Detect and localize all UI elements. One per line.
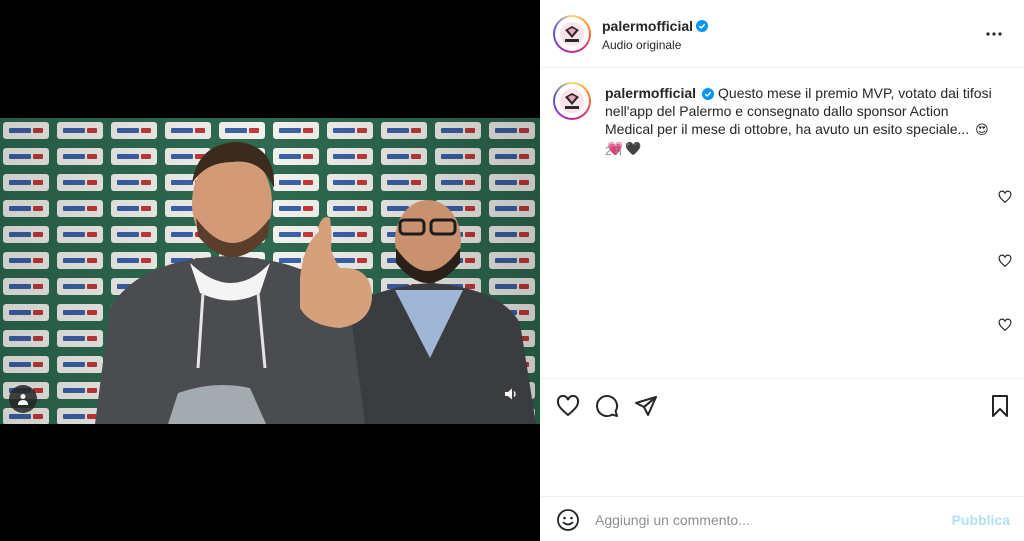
comment-button[interactable] <box>593 392 621 420</box>
verified-badge-icon <box>702 88 715 100</box>
add-comment-bar: Pubblica <box>540 496 1024 541</box>
volume-button[interactable] <box>502 385 520 403</box>
like-button[interactable] <box>554 392 582 420</box>
paper-plane-icon <box>635 396 657 416</box>
caption-avatar[interactable] <box>553 82 591 120</box>
post-timestamp[interactable]: 2 h <box>605 144 622 158</box>
post-panel: palermofficial Audio originale palermoff… <box>540 0 1024 541</box>
comment-like-heart-icon[interactable] <box>998 318 1012 332</box>
profile-avatar[interactable] <box>553 15 591 53</box>
save-button[interactable] <box>986 392 1014 420</box>
palermo-logo-icon <box>555 17 589 51</box>
post-header: palermofficial Audio originale <box>540 0 1024 68</box>
audio-label[interactable]: Audio originale <box>602 38 681 52</box>
comment-like-heart-icon[interactable] <box>998 254 1012 268</box>
heart-icon <box>556 394 580 417</box>
verified-badge-icon <box>696 20 709 32</box>
comments-section: palermofficial Questo mese il premio MVP… <box>540 68 1024 378</box>
comment-input[interactable] <box>595 507 935 533</box>
user-tag-icon <box>18 394 28 405</box>
more-options-button[interactable] <box>982 24 1006 44</box>
video-frame[interactable] <box>0 118 540 424</box>
more-horizontal-icon <box>986 32 1002 36</box>
video-thumbnail <box>0 118 540 424</box>
bookmark-icon <box>992 395 1008 417</box>
header-username[interactable]: palermofficial <box>602 18 693 34</box>
share-button[interactable] <box>632 392 660 420</box>
post-actions <box>540 378 1024 472</box>
caption-username[interactable]: palermofficial <box>605 85 696 101</box>
publish-button[interactable]: Pubblica <box>952 512 1010 528</box>
comment-bubble-icon <box>596 395 619 418</box>
tag-button[interactable] <box>9 385 37 413</box>
caption-emoji: 😍 <box>975 122 989 137</box>
volume-icon <box>505 388 516 400</box>
palermo-logo-icon <box>555 84 589 118</box>
post-author: palermofficial <box>602 18 709 34</box>
post-caption: palermofficial Questo mese il premio MVP… <box>605 84 995 158</box>
post-media <box>0 0 540 541</box>
comment-like-heart-icon[interactable] <box>998 190 1012 204</box>
caption-emoji: 🖤 <box>625 141 642 156</box>
smiley-icon[interactable] <box>556 508 580 532</box>
